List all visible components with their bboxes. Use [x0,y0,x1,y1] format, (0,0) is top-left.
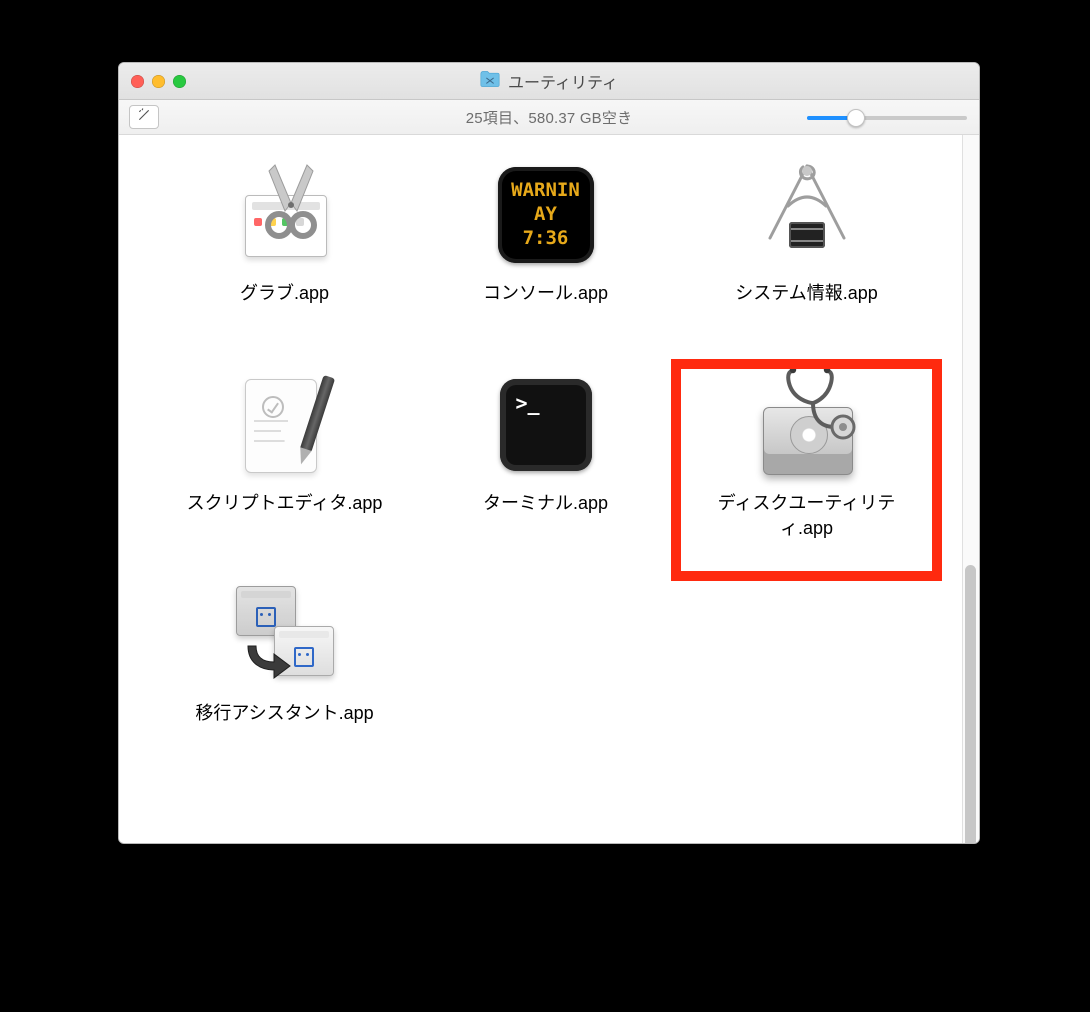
close-button[interactable] [131,75,144,88]
script-editor-icon [225,365,345,485]
grab-icon [225,155,345,275]
toolbar: 25項目、580.37 GB空き [119,100,979,135]
vertical-scrollbar[interactable] [962,135,979,843]
utilities-folder-icon [480,69,500,94]
app-label: ターミナル.app [483,491,608,516]
stethoscope-icon [783,365,861,445]
app-label: システム情報.app [735,281,878,306]
app-item-console[interactable]: WARNIN AY 7:36 コンソール.app [420,155,671,365]
item-grid: グラブ.app WARNIN AY 7:36 コンソール.app [119,135,962,843]
applescript-badge-icon [262,396,284,418]
wand-icon [137,108,151,127]
app-item-disk-utility[interactable]: ディスクユーティリティ.app [681,365,932,575]
icon-size-slider[interactable] [807,109,967,125]
disk-utility-icon [747,365,867,485]
app-label: コンソール.app [483,281,608,306]
scrollbar-thumb[interactable] [965,565,976,844]
console-line-2: AY 7:36 [508,203,584,251]
zoom-button[interactable] [173,75,186,88]
console-icon: WARNIN AY 7:36 [486,155,606,275]
app-label: グラブ.app [240,281,329,306]
window-title: ユーティリティ [119,69,979,94]
app-item-script-editor[interactable]: スクリプトエディタ.app [159,365,410,575]
chip-icon [789,222,825,248]
app-item-system-info[interactable]: システム情報.app [681,155,932,365]
app-label: 移行アシスタント.app [195,701,373,726]
scissors-icon [255,159,327,247]
system-info-icon [747,155,867,275]
toolbar-action-button[interactable] [129,105,159,129]
titlebar[interactable]: ユーティリティ [119,63,979,100]
window-controls [131,75,186,88]
icon-view[interactable]: グラブ.app WARNIN AY 7:36 コンソール.app [119,135,979,843]
slider-knob[interactable] [847,109,865,127]
app-label: ディスクユーティリティ.app [707,491,907,541]
migration-assistant-icon [225,575,345,695]
transfer-arrow-icon [244,640,292,680]
minimize-button[interactable] [152,75,165,88]
finder-window[interactable]: ユーティリティ 25項目、580.37 GB空き [118,62,980,844]
app-item-terminal[interactable]: >_ ターミナル.app [420,365,671,575]
app-item-grab[interactable]: グラブ.app [159,155,410,365]
app-label: スクリプトエディタ.app [187,491,383,516]
terminal-prompt: >_ [516,391,540,415]
console-line-1: WARNIN [508,179,584,203]
app-item-migration-assistant[interactable]: 移行アシスタント.app [159,575,410,785]
window-title-text: ユーティリティ [508,69,618,93]
terminal-icon: >_ [486,365,606,485]
